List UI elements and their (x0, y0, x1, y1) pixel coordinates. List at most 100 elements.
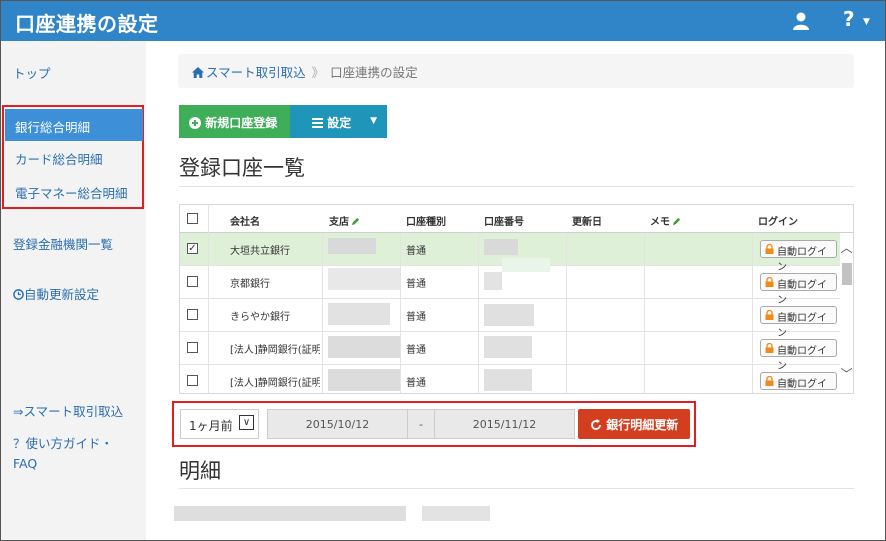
period-select-value: 1ヶ月前 (189, 419, 233, 433)
page-title: 口座連携の設定 (15, 12, 159, 36)
scroll-up-icon[interactable]: ︿ (840, 239, 853, 261)
redacted-account-number (502, 258, 550, 272)
redacted-branch (328, 238, 376, 254)
auto-login-button[interactable]: 自動ログイン (760, 240, 837, 273)
pencil-icon (672, 217, 681, 226)
header-branch: 支店 (329, 205, 360, 233)
table-row[interactable]: [法人]静岡銀行(証明 普通 自動ログイン (180, 332, 840, 372)
redacted-branch (328, 369, 400, 391)
sidebar-item-bank[interactable]: 銀行総合明細 (5, 109, 143, 141)
settings-label: 設定 (327, 116, 352, 130)
refresh-icon (591, 419, 601, 430)
company-name: [法人]静岡銀行(証明 (230, 378, 320, 389)
date-to-field[interactable]: 2015/11/12 (434, 409, 575, 439)
chevron-down-icon: ∨ (239, 415, 254, 430)
auto-login-label: 自動ログイン (777, 379, 827, 390)
auto-login-button[interactable]: 自動ログイン (760, 372, 837, 390)
chevron-down-icon: ▼ (370, 116, 377, 126)
scrollbar-thumb[interactable] (842, 263, 852, 285)
redacted-branch (328, 268, 400, 290)
row-checkbox[interactable]: ✓ (187, 243, 198, 254)
header-login: ログイン (758, 217, 798, 228)
header-memo: メモ (650, 205, 681, 233)
breadcrumb-separator: 》 (311, 65, 325, 80)
redacted-account-number (484, 239, 518, 255)
redacted-branch (328, 336, 400, 358)
settings-button[interactable]: 設定 ▼ (290, 105, 387, 138)
row-checkbox[interactable] (187, 375, 198, 386)
date-from-field[interactable]: 2015/10/12 (267, 409, 408, 439)
redacted-branch (328, 303, 390, 325)
table-header: 会社名 支店 口座種別 口座番号 更新日 メモ ログイン (180, 205, 853, 233)
divider (179, 488, 854, 489)
redacted-detail-text (174, 506, 406, 521)
scroll-down-icon[interactable]: ﹀ (840, 365, 853, 387)
sidebar-item-smart-import[interactable]: ⇒スマート取引取込 (13, 401, 123, 420)
row-checkbox[interactable] (187, 276, 198, 287)
new-account-label: 新規口座登録 (205, 116, 278, 130)
new-account-button[interactable]: 新規口座登録 (179, 105, 290, 138)
lock-icon (765, 343, 774, 353)
account-type: 普通 (406, 312, 426, 323)
divider (179, 186, 854, 187)
table-row[interactable]: 京都銀行 普通 自動ログイン (180, 258, 840, 306)
header-company: 会社名 (230, 217, 260, 228)
select-all-checkbox[interactable] (187, 213, 198, 224)
chevron-down-icon[interactable]: ▼ (863, 17, 870, 27)
auto-login-button[interactable]: 自動ログイン (760, 339, 837, 372)
header-branch-label: 支店 (329, 217, 349, 228)
sidebar-guide-label-1: ？使い方ガイド・ (13, 436, 114, 451)
company-name: きらやか銀行 (230, 312, 290, 323)
sidebar: トップ 銀行総合明細 カード総合明細 電子マネー総合明細 登録金融機関一覧 自動… (1, 41, 146, 540)
lock-icon (765, 376, 774, 386)
sidebar-item-emoney[interactable]: 電子マネー総合明細 (15, 183, 128, 202)
sidebar-auto-update-label: 自動更新設定 (24, 287, 100, 302)
header-account-number: 口座番号 (484, 217, 524, 228)
sidebar-item-card[interactable]: カード総合明細 (15, 149, 103, 168)
account-type: 普通 (406, 279, 426, 290)
menu-icon (312, 118, 323, 128)
account-type: 普通 (406, 378, 426, 389)
accounts-section-title: 登録口座一覧 (179, 156, 305, 180)
company-name: 京都銀行 (230, 279, 270, 290)
header-updated: 更新日 (572, 217, 602, 228)
sidebar-item-auto-update[interactable]: 自動更新設定 (13, 284, 99, 303)
sidebar-item-top[interactable]: トップ (13, 63, 51, 82)
sidebar-item-institutions[interactable]: 登録金融機関一覧 (13, 234, 113, 253)
refresh-label: 銀行明細更新 (606, 418, 679, 432)
date-separator: - (408, 409, 434, 439)
redacted-account-number (484, 369, 532, 391)
company-name: [法人]静岡銀行(証明 (230, 345, 320, 356)
clock-icon (13, 289, 24, 300)
period-select[interactable]: 1ヶ月前 ∨ (180, 409, 259, 439)
account-type: 普通 (406, 246, 426, 257)
pencil-icon (351, 217, 360, 226)
detail-section-title: 明細 (179, 459, 221, 483)
help-icon[interactable]: ? (843, 7, 855, 31)
row-checkbox[interactable] (187, 309, 198, 320)
redacted-detail-text (422, 506, 490, 521)
refresh-statements-button[interactable]: 銀行明細更新 (578, 409, 690, 439)
redacted-account-number (484, 336, 532, 358)
sidebar-guide-label-2: FAQ (13, 456, 38, 471)
home-icon (192, 67, 204, 78)
sidebar-item-guide[interactable]: ？使い方ガイド・ FAQ (13, 433, 113, 471)
auto-login-button[interactable]: 自動ログイン (760, 273, 837, 306)
company-name: 大垣共立銀行 (230, 246, 290, 257)
row-checkbox[interactable] (187, 342, 198, 353)
table-row[interactable]: きらやか銀行 普通 自動ログイン (180, 299, 840, 339)
table-row[interactable]: [法人]静岡銀行(証明 普通 自動ログイン (180, 365, 840, 393)
lock-icon (765, 244, 774, 254)
breadcrumb-parent-link[interactable]: スマート取引取込 (206, 65, 306, 80)
breadcrumb: スマート取引取込》口座連携の設定 (178, 54, 854, 88)
redacted-account-number (484, 272, 502, 290)
header-memo-label: メモ (650, 217, 670, 228)
auto-login-button[interactable]: 自動ログイン (760, 306, 837, 339)
redacted-account-number (484, 304, 534, 326)
header-account-type: 口座種別 (406, 217, 446, 228)
user-icon[interactable] (791, 11, 811, 31)
header-divider (208, 205, 209, 233)
app-header: 口座連携の設定 ? ▼ (1, 1, 885, 41)
lock-icon (765, 277, 774, 287)
plus-circle-icon (189, 117, 201, 129)
